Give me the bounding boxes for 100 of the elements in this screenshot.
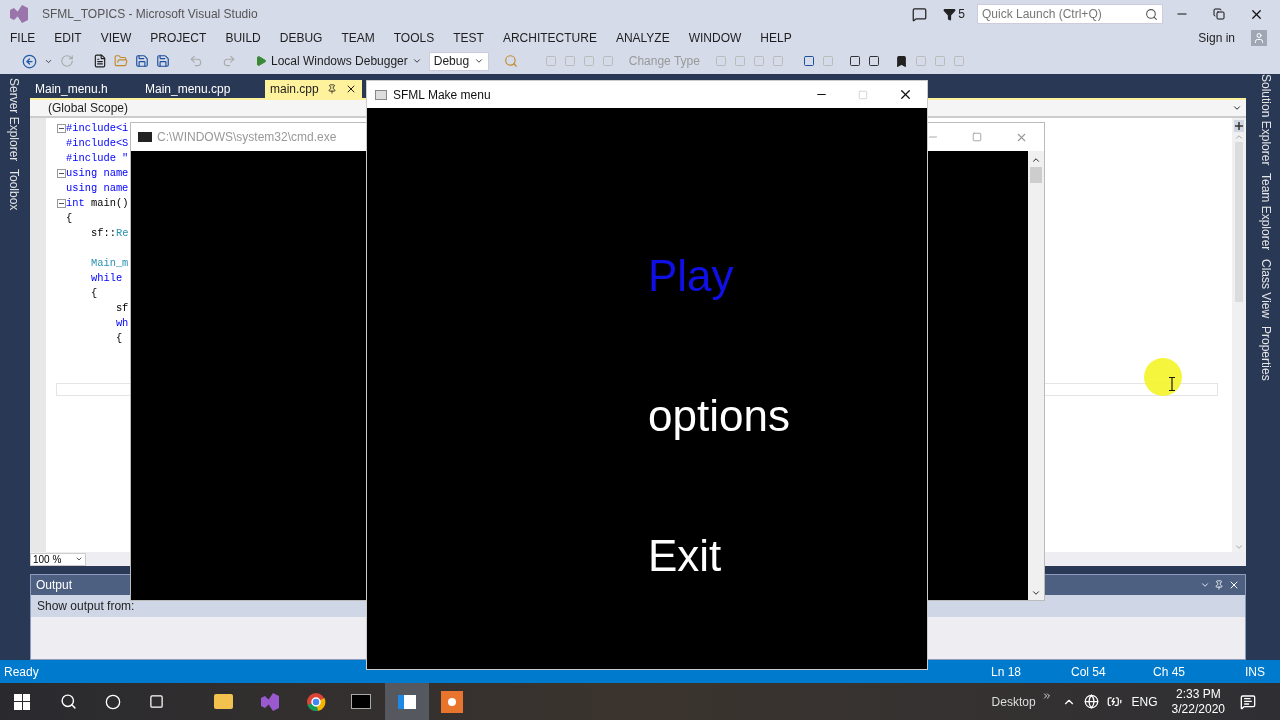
code-line: sf::Re — [89, 226, 129, 241]
code-line: #include " — [66, 151, 129, 166]
side-tab[interactable]: Properties — [1253, 325, 1279, 381]
menu-item[interactable]: ANALYZE — [615, 29, 670, 47]
sign-in-link[interactable]: Sign in — [1198, 29, 1235, 47]
menu-item[interactable]: TOOLS — [393, 29, 435, 47]
app-logo-icon — [8, 4, 30, 24]
code-line: { — [66, 211, 73, 226]
task-view-icon[interactable] — [149, 694, 164, 709]
code-line: using name — [66, 181, 129, 196]
zoom-dropdown[interactable]: 100 % — [30, 552, 86, 566]
search-icon[interactable] — [60, 693, 77, 710]
collapse-icon[interactable] — [56, 199, 66, 208]
window-icon — [375, 89, 387, 100]
configuration-dropdown[interactable]: Debug — [428, 51, 489, 71]
panel-title: Output — [36, 577, 73, 594]
menu-item[interactable]: ARCHITECTURE — [502, 29, 597, 47]
column-number: Col 54 — [1071, 663, 1107, 681]
document-tab[interactable]: Main_menu.h — [30, 80, 140, 98]
menu-item[interactable]: EDIT — [54, 29, 82, 47]
menu-item[interactable]: FILE — [10, 29, 36, 47]
side-tab[interactable]: Team Explorer — [1253, 173, 1279, 251]
collapse-icon[interactable] — [56, 169, 66, 178]
code-line: Main_m — [89, 256, 129, 271]
scroll-up-icon[interactable] — [1031, 155, 1041, 165]
menu-item[interactable]: WINDOW — [688, 29, 742, 47]
pin-icon[interactable] — [1214, 580, 1224, 590]
terminal-icon[interactable] — [351, 694, 371, 709]
output-source-label: Show output from: — [37, 598, 135, 615]
code-line: using name — [66, 166, 129, 181]
side-tab[interactable]: Toolbox — [1, 169, 27, 211]
window-title: SFML Make menu — [393, 86, 491, 104]
close-icon[interactable] — [1228, 579, 1240, 591]
search-icon[interactable] — [1145, 7, 1158, 21]
toolbar-icon[interactable] — [802, 55, 815, 67]
document-tab[interactable]: Main_menu.cpp — [140, 80, 265, 98]
side-tab[interactable]: Class View — [1253, 258, 1279, 318]
caret-icon — [411, 56, 422, 66]
save-all-icon[interactable] — [156, 54, 170, 68]
quick-launch-field[interactable]: Quick Launch (Ctrl+Q) — [977, 4, 1163, 24]
caret-icon — [1232, 103, 1242, 113]
network-icon[interactable] — [1083, 694, 1099, 709]
toolbar-icon[interactable] — [848, 55, 861, 67]
text-cursor-icon — [1169, 377, 1175, 391]
back-icon[interactable] — [22, 53, 37, 69]
pin-icon[interactable] — [326, 84, 337, 94]
app-logo-icon[interactable] — [259, 691, 281, 712]
save-icon[interactable] — [135, 54, 149, 68]
toolbar-icon[interactable] — [867, 55, 880, 67]
window-title: C:\WINDOWS\system32\cmd.exe — [157, 129, 337, 146]
menu-item[interactable]: PROJECT — [150, 29, 207, 47]
menu-item[interactable]: BUILD — [225, 29, 261, 47]
side-tab[interactable]: Solution Explorer — [1253, 74, 1279, 166]
insert-mode: INS — [1245, 663, 1265, 681]
menu-option[interactable]: options — [648, 391, 927, 441]
window-title: SFML_TOPICS - Microsoft Visual Studio — [42, 6, 258, 23]
code-line: { — [89, 286, 98, 301]
play-icon — [255, 55, 267, 67]
document-tab[interactable]: main.cpp — [265, 80, 362, 98]
menu-item[interactable]: TEAM — [341, 29, 375, 47]
code-line: int main() — [66, 196, 129, 211]
menu-item[interactable]: DEBUG — [279, 29, 323, 47]
menu-item[interactable]: TEST — [453, 29, 484, 47]
cortana-icon[interactable] — [105, 693, 121, 710]
bookmark-icon[interactable] — [894, 54, 908, 68]
clock[interactable]: 2:33 PM 3/22/2020 — [1171, 686, 1225, 717]
recorder-icon[interactable] — [441, 690, 463, 713]
scrollbar-thumb[interactable] — [1030, 167, 1042, 183]
filter-icon[interactable] — [943, 7, 957, 21]
menu-item[interactable]: HELP — [760, 29, 792, 47]
menu-item[interactable]: VIEW — [100, 29, 132, 47]
code-line: { — [114, 331, 123, 346]
scroll-down-icon[interactable] — [1031, 588, 1041, 598]
toolbar-label[interactable]: Desktop — [991, 692, 1036, 711]
notifications-icon[interactable] — [1240, 693, 1256, 710]
side-tab[interactable]: Server Explorer — [1, 78, 27, 162]
start-icon[interactable] — [14, 693, 30, 710]
language-indicator[interactable]: ENG — [1131, 692, 1158, 711]
console-icon — [138, 132, 152, 142]
start-debugging-button[interactable]: Local Windows Debugger — [255, 52, 422, 70]
taskbar-app-icon[interactable] — [385, 683, 429, 720]
code-line: sf — [114, 301, 129, 316]
line-number: Ln 18 — [991, 663, 1022, 681]
new-item-icon[interactable] — [93, 54, 107, 68]
menu-option[interactable]: Exit — [648, 531, 927, 581]
status-text: Ready — [4, 663, 39, 681]
browser-icon[interactable] — [306, 691, 326, 712]
collapse-icon[interactable] — [56, 124, 66, 133]
close-icon[interactable] — [898, 87, 913, 102]
code-line: while — [89, 271, 123, 286]
battery-icon[interactable] — [1106, 694, 1122, 709]
expand-icon[interactable] — [1041, 690, 1052, 701]
character-number: Ch 45 — [1153, 663, 1186, 681]
split-icon[interactable] — [1234, 120, 1244, 132]
caret-icon — [473, 56, 484, 66]
restore-icon[interactable] — [1213, 8, 1225, 20]
code-line: wh — [114, 316, 129, 331]
notification-count: 5 — [958, 6, 965, 23]
feedback-icon[interactable] — [912, 6, 928, 22]
dropdown-icon[interactable] — [1200, 580, 1210, 590]
